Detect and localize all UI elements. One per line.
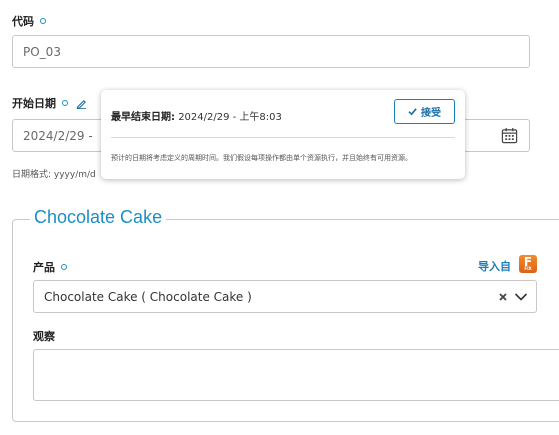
product-group-title: Chocolate Cake — [30, 207, 167, 228]
start-date-label: 开始日期 — [12, 95, 87, 111]
start-date-input-value: 2024/2/29 - — [23, 128, 93, 143]
import-from-link[interactable]: 导入自 — [478, 258, 511, 274]
chevron-down-icon[interactable] — [514, 292, 528, 302]
accept-button-label: 接受 — [421, 108, 441, 119]
edit-pencil-icon[interactable] — [76, 98, 87, 109]
product-select-value: Chocolate Cake ( Chocolate Cake ) — [44, 289, 252, 304]
clear-icon[interactable] — [498, 292, 508, 302]
start-date-label-text: 开始日期 — [12, 97, 56, 110]
check-icon — [408, 107, 417, 116]
popover-title-value: 2024/2/29 - 上午8:03 — [178, 112, 282, 123]
accept-button[interactable]: 接受 — [394, 99, 455, 124]
product-label: 产品 — [33, 259, 67, 275]
fix-app-icon[interactable]: F FIX — [519, 255, 537, 273]
calendar-icon[interactable] — [501, 127, 518, 147]
required-indicator-icon — [62, 100, 68, 106]
code-input-value: PO_03 — [23, 44, 61, 59]
required-indicator-icon — [40, 18, 46, 24]
popover-title-label: 最早结束日期: — [111, 112, 175, 123]
fix-app-badge-sub: FIX — [524, 266, 532, 271]
popover-divider — [111, 137, 455, 138]
observation-textarea[interactable] — [33, 349, 559, 401]
observation-label: 观察 — [33, 328, 55, 344]
code-input[interactable]: PO_03 — [12, 35, 530, 68]
date-format-hint: 日期格式: yyyy/m/d — [12, 170, 96, 180]
product-label-text: 产品 — [33, 261, 55, 274]
code-label-text: 代码 — [12, 15, 34, 28]
earliest-end-date-popover: 最早结束日期: 2024/2/29 - 上午8:03 接受 预计的日期将考虑定义… — [101, 90, 465, 179]
observation-label-text: 观察 — [33, 330, 55, 343]
popover-note: 预计的日期将考虑定义的周期时间。我们假设每项操作都由单个资源执行，并且始终有可用… — [111, 154, 412, 162]
product-select[interactable]: Chocolate Cake ( Chocolate Cake ) — [33, 280, 537, 313]
popover-title: 最早结束日期: 2024/2/29 - 上午8:03 — [111, 108, 282, 123]
code-label: 代码 — [12, 13, 46, 29]
required-indicator-icon — [61, 264, 67, 270]
